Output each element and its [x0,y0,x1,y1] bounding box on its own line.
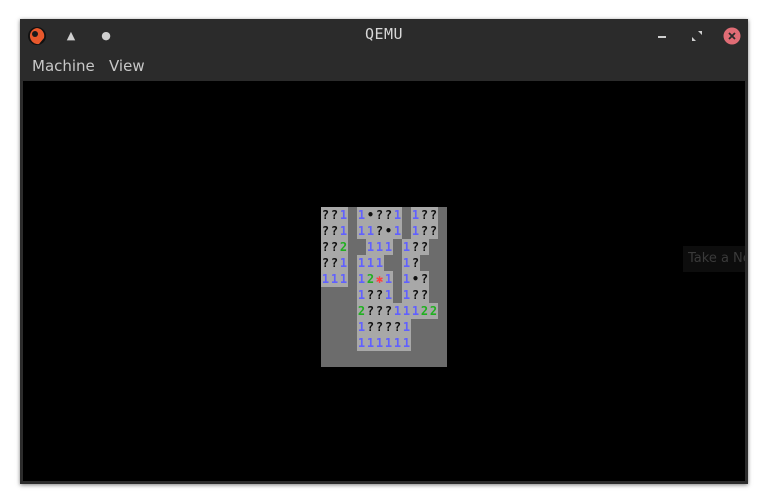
board-cell[interactable]: ? [411,255,420,271]
board-cell[interactable]: ? [429,207,438,223]
board-cell[interactable]: 1 [393,335,402,351]
board-cell[interactable]: 1 [321,271,330,287]
menu-view[interactable]: View [109,57,145,75]
board-cell[interactable]: 1 [357,287,366,303]
qemu-window: ▲ ● QEMU Machine View ?? 1 1 •?? 1 1???? 1 1 1? •… [20,19,748,484]
board-cell[interactable]: ? [375,319,384,335]
board-cell[interactable]: ? [330,239,339,255]
notification-toast: Take a Ne [683,246,745,272]
board-cell[interactable]: 1 [357,207,366,223]
menubar: Machine View [20,53,748,81]
board-cell[interactable]: ? [321,239,330,255]
board-cell[interactable]: ✱ [375,271,384,287]
board-cell[interactable]: • [411,271,420,287]
board-cell[interactable]: ? [375,287,384,303]
board-cell[interactable]: 1 [330,271,339,287]
board-cell[interactable]: 1 [357,271,366,287]
maximize-icon[interactable] [688,27,706,45]
board-cell[interactable]: 1 [339,207,348,223]
board-cell[interactable]: ? [384,207,393,223]
board-cell[interactable]: ? [429,223,438,239]
board-cell[interactable]: 1 [339,223,348,239]
board-cell[interactable]: 1 [411,223,420,239]
board-cell[interactable]: ? [366,319,375,335]
board-cell[interactable]: 1 [375,335,384,351]
board-cell[interactable]: 2 [366,271,375,287]
board-cell[interactable]: 2 [357,303,366,319]
board-cell[interactable]: • [366,207,375,223]
board-cell[interactable]: 1 [393,303,402,319]
board-cell[interactable]: 1 [375,255,384,271]
board-cell[interactable]: 1 [357,255,366,271]
board-cell[interactable]: 1 [402,319,411,335]
titlebar[interactable]: ▲ ● QEMU [20,19,748,53]
board-cell[interactable]: 1 [339,271,348,287]
board-cell[interactable]: 1 [384,335,393,351]
board-cell[interactable]: 1 [411,303,420,319]
board-cell[interactable]: 1 [393,207,402,223]
board-cell[interactable]: ? [366,287,375,303]
board-cell[interactable]: ? [330,255,339,271]
window-title: QEMU [364,25,404,43]
board-cell[interactable]: 1 [402,303,411,319]
minimize-icon[interactable] [653,27,671,45]
minesweeper-board[interactable]: ?? 1 1 •?? 1 1???? 1 1 1? • 1 1???? 2 1 1 1 1???? 1 1 1 1 1? 1… [321,207,447,367]
board-cell[interactable]: ? [420,271,429,287]
board-cell[interactable]: 1 [402,255,411,271]
vm-display[interactable]: ?? 1 1 •?? 1 1???? 1 1 1? • 1 1???? 2 1 1 1 1???? 1 1 1 1 1? 1… [23,81,745,481]
board-cell[interactable]: 1 [339,255,348,271]
board-cell[interactable]: ? [375,303,384,319]
board-cell[interactable]: ? [384,303,393,319]
board-cell[interactable]: ? [321,255,330,271]
board-cell[interactable]: 1 [402,271,411,287]
board-cell[interactable]: ? [411,239,420,255]
board-cell[interactable]: ? [420,207,429,223]
board-cell[interactable]: 1 [411,207,420,223]
board-cell[interactable]: 1 [366,255,375,271]
board-cell[interactable]: 1 [375,239,384,255]
board-cell[interactable]: • [384,223,393,239]
board-cell[interactable]: 1 [357,319,366,335]
board-cell[interactable]: 1 [384,239,393,255]
board-cell[interactable]: 2 [339,239,348,255]
board-cell[interactable]: ? [321,223,330,239]
board-cell[interactable]: ? [411,287,420,303]
board-cell[interactable]: ? [375,223,384,239]
close-icon[interactable] [723,27,741,45]
board-cell[interactable]: 1 [366,223,375,239]
board-cell[interactable]: ? [420,287,429,303]
board-cell[interactable]: ? [375,207,384,223]
board-cell[interactable]: ? [384,319,393,335]
board-cell[interactable]: ? [330,223,339,239]
board-cell[interactable]: 1 [402,287,411,303]
board-cell[interactable]: 2 [420,303,429,319]
board-cell[interactable]: 1 [402,239,411,255]
board-cell[interactable]: 1 [366,239,375,255]
board-cell[interactable]: ? [420,223,429,239]
board-cell[interactable]: 1 [384,271,393,287]
board-cell[interactable]: 1 [384,287,393,303]
board-cell[interactable]: ? [393,319,402,335]
board-cell[interactable]: ? [366,303,375,319]
board-cell[interactable]: ? [321,207,330,223]
board-cell[interactable]: 1 [402,335,411,351]
board-cell[interactable]: 2 [429,303,438,319]
board-cell[interactable]: 1 [357,335,366,351]
board-cell[interactable]: 1 [357,223,366,239]
menu-machine[interactable]: Machine [32,57,95,75]
board-cell[interactable]: 1 [366,335,375,351]
board-cell[interactable]: ? [330,207,339,223]
board-cell[interactable]: ? [420,239,429,255]
board-cell[interactable]: 1 [393,223,402,239]
